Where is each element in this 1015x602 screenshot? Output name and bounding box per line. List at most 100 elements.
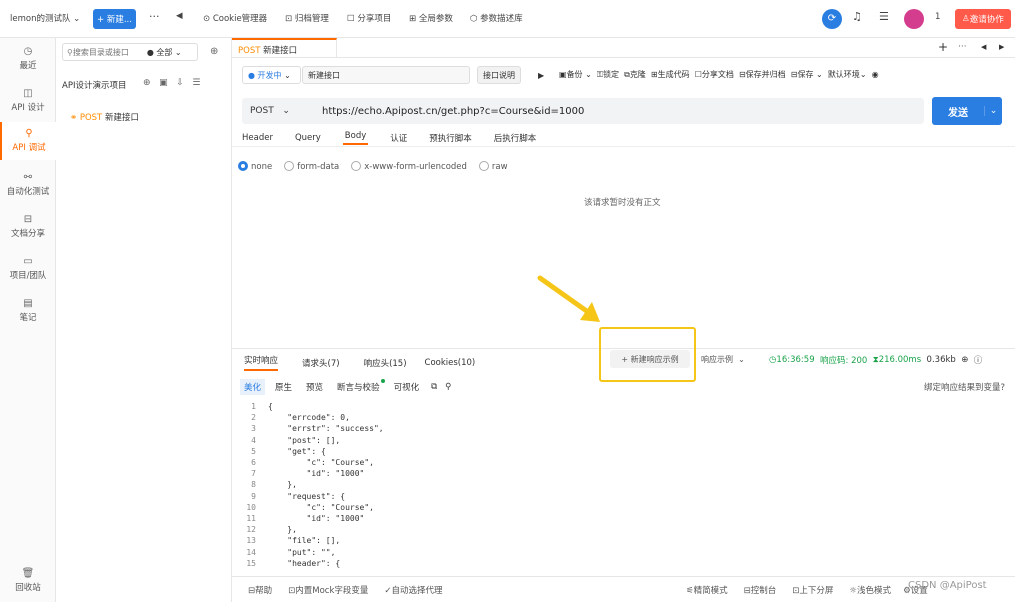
sidebar-item-trash[interactable]: 🗑 回收站 — [0, 568, 56, 598]
search-icon[interactable]: ⚲ — [445, 382, 451, 392]
add-tab-icon[interactable]: + — [938, 40, 948, 54]
avatar[interactable] — [904, 9, 924, 29]
code-line: 13 "file": [], — [232, 535, 1015, 546]
code-text: "errstr": "success", — [268, 424, 384, 434]
simple-mode-button[interactable]: ⚟精简模式 — [686, 584, 728, 596]
cookie-manager-button[interactable]: ⊙ Cookie管理器 — [203, 12, 267, 24]
add-folder-icon[interactable]: ⊕ — [143, 78, 151, 88]
tab-cookies[interactable]: Cookies(10) — [425, 358, 476, 368]
theme-button[interactable]: ☼浅色模式 — [849, 584, 891, 596]
sidebar-item-recent[interactable]: ◷ 最近 — [0, 46, 56, 76]
share-project-button[interactable]: ☐ 分享项目 — [347, 12, 391, 24]
prev-tab-icon[interactable]: ◀ — [981, 43, 986, 51]
sidebar-item-notes[interactable]: ▤ 笔记 — [0, 298, 56, 328]
info-icon[interactable]: ⓘ — [974, 354, 983, 366]
sort-icon[interactable]: ☰ — [192, 78, 200, 88]
tab-auth[interactable]: 认证 — [390, 132, 407, 144]
console-button[interactable]: ⊟控制台 — [744, 584, 777, 596]
tab-post-script[interactable]: 后执行脚本 — [494, 132, 537, 144]
url-input[interactable]: https://echo.Apipost.cn/get.php?c=Course… — [312, 106, 584, 117]
sidebar-item-api-design[interactable]: ◫ API 设计 — [0, 88, 56, 118]
line-number: 7 — [251, 469, 256, 479]
help-button[interactable]: ⊟帮助 — [248, 584, 272, 596]
radio-form-data[interactable]: form-data — [284, 161, 339, 172]
radio-none[interactable]: none — [238, 161, 272, 172]
mock-vars-button[interactable]: ⊡内置Mock字段变量 — [288, 584, 368, 596]
lock-button[interactable]: ⚿锁定 — [597, 69, 619, 80]
more-icon[interactable]: ··· — [149, 10, 160, 23]
sidebar-item-doc-share[interactable]: ⊟ 文档分享 — [0, 214, 56, 244]
status-select[interactable]: ● 开发中 ⌄ — [242, 66, 301, 84]
tab-header[interactable]: Header — [242, 133, 273, 143]
tab-assert[interactable]: 断言与校验 — [337, 379, 385, 393]
sidebar-item-api-debug[interactable]: ⚲ API 调试 — [0, 122, 56, 160]
save-button[interactable]: ⊟保存 ⌄ — [791, 69, 823, 80]
next-tab-icon[interactable]: ▶ — [999, 43, 1004, 51]
chevron-down-icon[interactable]: ⌄ — [984, 106, 1002, 116]
run-icon[interactable]: ▶ — [538, 71, 544, 80]
share-doc-button[interactable]: ☐分享文档 — [695, 69, 734, 80]
tab-request-headers[interactable]: 请求头(7) — [302, 357, 340, 369]
invite-button[interactable]: ♙ 邀请协作 — [955, 9, 1011, 29]
search-input[interactable] — [72, 47, 147, 57]
tab-pretty[interactable]: 美化 — [240, 379, 266, 395]
generate-code-button[interactable]: ⊞生成代码 — [651, 69, 690, 80]
param-desc-lib-button[interactable]: ⬡ 参数描述库 — [470, 12, 523, 24]
target-icon[interactable]: ⊕ — [210, 46, 218, 57]
code-line: 3 "errstr": "success", — [232, 423, 1015, 434]
split-button[interactable]: ⊡上下分屏 — [792, 584, 833, 596]
bind-variable-link[interactable]: 绑定响应结果到变量? — [924, 381, 1005, 393]
code-text: "file": [], — [268, 536, 341, 546]
sidebar-item-automation[interactable]: ⚯ 自动化测试 — [0, 172, 56, 202]
example-select[interactable]: 响应示例 ⌄ — [701, 354, 745, 365]
more-tabs-icon[interactable]: ··· — [958, 42, 967, 52]
notes-icon[interactable]: ☰ — [879, 10, 889, 23]
copy-icon[interactable]: ⧉ — [431, 382, 437, 392]
env-select[interactable]: 默认环境⌄ — [828, 69, 867, 80]
backup-button[interactable]: ▣备份 ⌄ — [559, 69, 592, 80]
save-archive-button[interactable]: ⊟保存并归档 — [739, 69, 786, 80]
new-example-button[interactable]: + 新建响应示例 — [610, 350, 690, 368]
back-icon[interactable]: ◀ — [176, 11, 183, 21]
code-text: "put": "", — [268, 547, 336, 557]
view-tabs: 美化 原生 预览 断言与校验 可视化 ⧉ ⚲ — [240, 379, 451, 395]
tab-visualize[interactable]: 可视化 — [394, 381, 420, 393]
tab-raw[interactable]: 原生 — [275, 381, 292, 393]
main-panel: POST 新建接口 + ··· ◀ ▶ ● 开发中 ⌄ 新建接口 接口说明 ▶ … — [232, 38, 1015, 602]
api-doc-button[interactable]: 接口说明 — [477, 66, 521, 84]
new-button[interactable]: + 新建... — [93, 9, 136, 29]
response-code-viewer[interactable]: 1{2 "errcode": 0, 3 "errstr": "success", 4… — [232, 401, 1015, 574]
eye-icon[interactable]: ◉ — [872, 70, 879, 79]
code-line: 10 "c": "Course", — [232, 502, 1015, 513]
clock-icon: ◷ — [769, 355, 777, 365]
sidebar-item-team[interactable]: ▭ 项目/团队 — [0, 256, 56, 286]
filter-select[interactable]: ● 全部 ⌄ — [147, 47, 182, 58]
team-selector[interactable]: lemon的测试队 ⌄ — [10, 12, 80, 24]
radio-urlencoded[interactable]: x-www-form-urlencoded — [351, 161, 467, 172]
clone-button[interactable]: ⧉克隆 — [624, 69, 646, 80]
import-icon[interactable]: ⇩ — [176, 78, 184, 88]
api-name-input[interactable]: 新建接口 — [302, 66, 470, 84]
tab-query[interactable]: Query — [295, 133, 321, 143]
tab-preview[interactable]: 预览 — [306, 381, 323, 393]
tab-pre-script[interactable]: 预执行脚本 — [429, 132, 472, 144]
auto-proxy-toggle[interactable]: ✓自动选择代理 — [384, 584, 442, 596]
folder-icon[interactable]: ▣ — [159, 78, 168, 88]
code-line: 5 "get": { — [232, 446, 1015, 457]
line-number: 5 — [251, 446, 256, 456]
tab-new-api[interactable]: POST 新建接口 — [232, 38, 337, 58]
send-button[interactable]: 发送 ⌄ — [932, 97, 1002, 125]
tab-body[interactable]: Body — [342, 131, 369, 145]
global-params-button[interactable]: ⊞ 全局参数 — [409, 12, 453, 24]
line-number: 12 — [246, 525, 256, 535]
tab-live-response[interactable]: 实时响应 — [244, 354, 279, 371]
radio-raw[interactable]: raw — [478, 161, 508, 172]
bell-icon[interactable]: ♫ — [852, 10, 862, 23]
code-text: "post": [], — [268, 435, 341, 445]
method-select[interactable]: POST ⌄ — [242, 106, 312, 116]
tree-item-new-api[interactable]: ⚭ POST 新建接口 — [70, 111, 139, 123]
tab-response-headers[interactable]: 响应头(15) — [364, 357, 407, 369]
globe-icon[interactable]: ⊕ — [961, 355, 968, 365]
archive-manager-button[interactable]: ⊡ 归档管理 — [285, 12, 329, 24]
sync-icon[interactable]: ⟳ — [822, 9, 842, 29]
